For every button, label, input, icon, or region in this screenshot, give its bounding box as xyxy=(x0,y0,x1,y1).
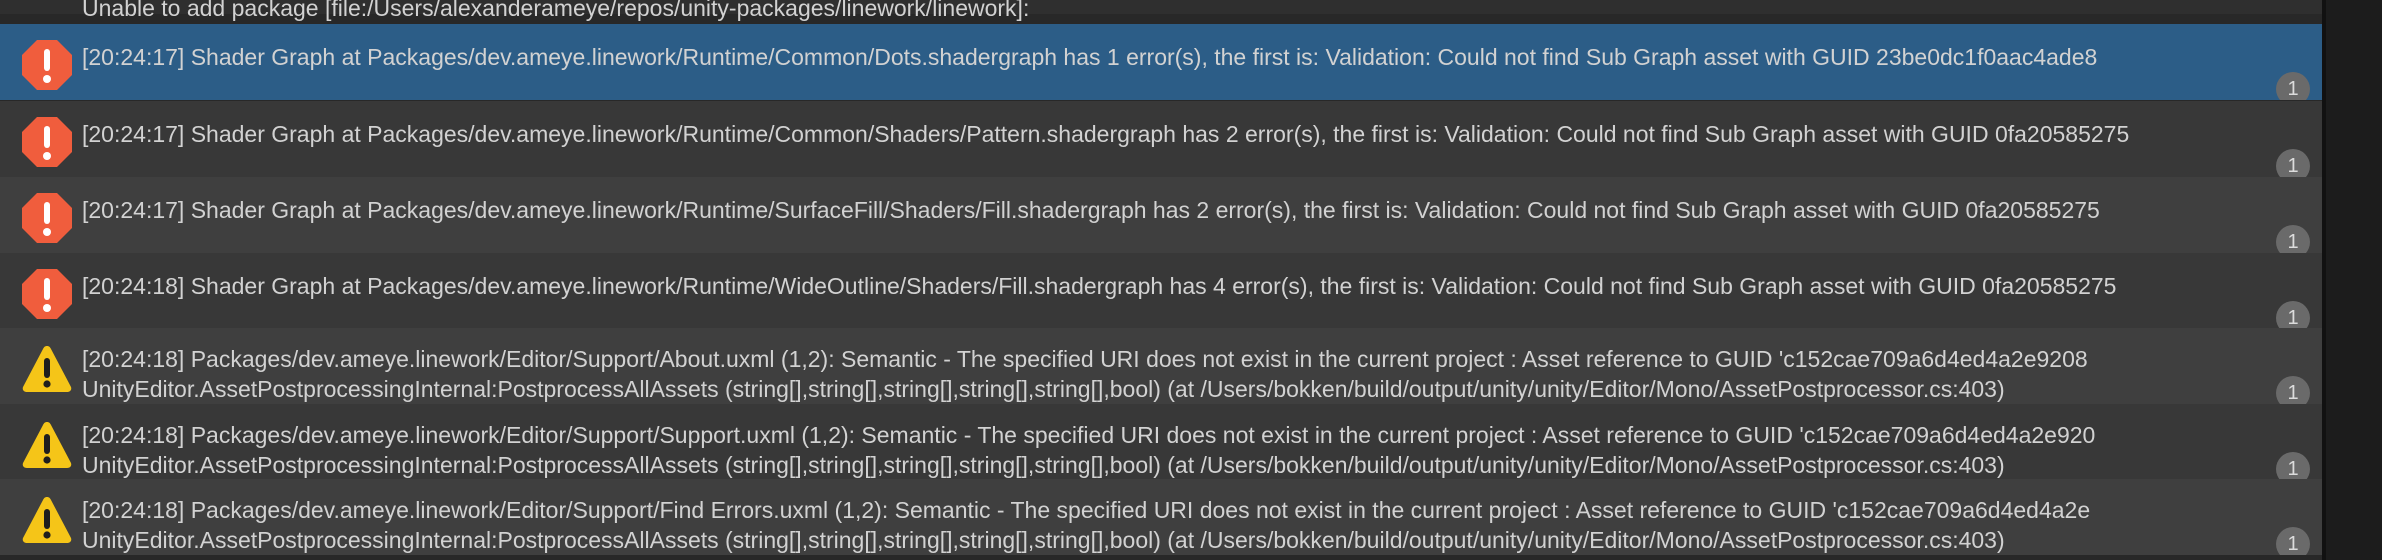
console-row-warning[interactable]: [20:24:18] Packages/dev.ameye.linework/E… xyxy=(0,328,2322,404)
stacktrace-line: UnityEditor.AssetPostprocessingInternal:… xyxy=(82,527,2005,553)
console-row-partial[interactable]: Unable to add package [file:/Users/alexa… xyxy=(0,0,2322,21)
console-message: [20:24:18] Shader Graph at Packages/dev.… xyxy=(82,271,2282,301)
console-message: [20:24:18] Packages/dev.ameye.linework/E… xyxy=(82,420,2282,480)
collapse-count-badge: 1 xyxy=(2276,225,2310,253)
console-row-error[interactable]: [20:24:17] Shader Graph at Packages/dev.… xyxy=(0,24,2322,100)
message-line: [20:24:17] Shader Graph at Packages/dev.… xyxy=(82,197,2100,223)
message-line: [20:24:18] Shader Graph at Packages/dev.… xyxy=(82,273,2117,299)
collapse-count-badge: 1 xyxy=(2276,72,2310,100)
console-message: [20:24:17] Shader Graph at Packages/dev.… xyxy=(82,119,2282,149)
message-line: [20:24:18] Packages/dev.ameye.linework/E… xyxy=(82,346,2088,372)
console-window: Unable to add package [file:/Users/alexa… xyxy=(0,0,2382,560)
error-icon xyxy=(20,115,74,169)
console-message: [20:24:17] Shader Graph at Packages/dev.… xyxy=(82,42,2282,72)
console-row-error[interactable]: [20:24:17] Shader Graph at Packages/dev.… xyxy=(0,177,2322,253)
warning-icon xyxy=(20,493,74,547)
console-message: [20:24:18] Packages/dev.ameye.linework/E… xyxy=(82,495,2282,555)
collapse-count-badge: 1 xyxy=(2276,149,2310,177)
error-icon xyxy=(20,267,74,321)
stacktrace-line: UnityEditor.AssetPostprocessingInternal:… xyxy=(82,376,2005,402)
console-row-error[interactable]: [20:24:18] Shader Graph at Packages/dev.… xyxy=(0,253,2322,329)
console-message: Unable to add package [file:/Users/alexa… xyxy=(82,0,1030,21)
collapse-count-badge: 1 xyxy=(2276,452,2310,480)
console-message: [20:24:18] Packages/dev.ameye.linework/E… xyxy=(82,344,2282,404)
message-line: [20:24:18] Packages/dev.ameye.linework/E… xyxy=(82,422,2096,448)
console-row-error[interactable]: [20:24:17] Shader Graph at Packages/dev.… xyxy=(0,101,2322,177)
collapse-count-badge: 1 xyxy=(2276,301,2310,329)
error-icon xyxy=(22,0,76,12)
error-icon xyxy=(20,38,74,92)
collapse-count-badge: 1 xyxy=(2276,376,2310,404)
console-row-warning[interactable]: [20:24:18] Packages/dev.ameye.linework/E… xyxy=(0,404,2322,480)
message-line: [20:24:17] Shader Graph at Packages/dev.… xyxy=(82,44,2098,70)
console-scrollbar[interactable] xyxy=(2322,0,2382,560)
warning-icon xyxy=(20,342,74,396)
console-row-warning[interactable]: [20:24:18] Packages/dev.ameye.linework/E… xyxy=(0,479,2322,555)
error-icon xyxy=(20,191,74,245)
warning-icon xyxy=(20,418,74,472)
message-line: [20:24:18] Packages/dev.ameye.linework/E… xyxy=(82,497,2091,523)
message-line: [20:24:17] Shader Graph at Packages/dev.… xyxy=(82,121,2130,147)
collapse-count-badge: 1 xyxy=(2276,527,2310,555)
stacktrace-line: UnityEditor.AssetPostprocessingInternal:… xyxy=(82,452,2005,478)
console-message: [20:24:17] Shader Graph at Packages/dev.… xyxy=(82,195,2282,225)
